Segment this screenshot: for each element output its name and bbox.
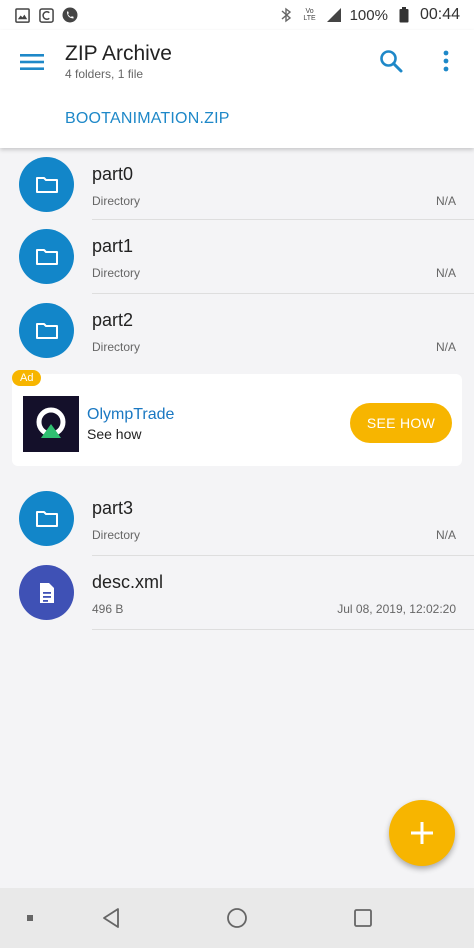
bluetooth-icon <box>278 7 294 23</box>
item-name: part2 <box>92 310 134 330</box>
page-title: ZIP Archive <box>65 42 172 65</box>
list-item[interactable]: part0 Directory N/A <box>0 148 474 220</box>
system-nav-bar <box>0 888 474 948</box>
plus-icon <box>411 822 433 844</box>
status-left-icons <box>14 7 78 23</box>
item-name: part0 <box>92 164 134 184</box>
gallery-icon <box>14 7 30 23</box>
ad-cta-button[interactable]: SEE HOW <box>350 403 452 443</box>
battery-percent: 100% <box>349 6 388 24</box>
cleaner-app-icon <box>38 7 54 23</box>
recents-icon[interactable] <box>351 906 375 930</box>
more-options-icon[interactable] <box>436 48 456 74</box>
item-name: desc.xml <box>92 572 164 592</box>
nav-dot-icon <box>18 906 42 930</box>
list-item[interactable]: part3 Directory N/A <box>0 482 474 556</box>
item-meta: Directory <box>92 528 141 542</box>
folder-icon <box>19 157 74 212</box>
olymptrade-logo <box>23 396 79 452</box>
folder-icon <box>19 229 74 284</box>
folder-icon <box>19 491 74 546</box>
home-icon[interactable] <box>225 906 249 930</box>
list-item[interactable]: part1 Directory N/A <box>0 220 474 294</box>
item-name: part1 <box>92 236 134 256</box>
ad-subtitle: See how <box>87 426 142 442</box>
item-name: part3 <box>92 498 134 518</box>
file-list: part0 Directory N/A part1 Directory N/A … <box>0 148 474 630</box>
add-fab-button[interactable] <box>389 800 455 866</box>
ad-badge: Ad <box>12 370 42 386</box>
item-meta: Directory <box>92 340 141 354</box>
phone-call-icon <box>62 7 78 23</box>
page-subtitle: 4 folders, 1 file <box>65 67 144 81</box>
list-item[interactable]: desc.xml 496 B Jul 08, 2019, 12:02:20 <box>0 556 474 630</box>
ad-title: OlympTrade <box>87 406 175 423</box>
folder-icon <box>19 303 74 358</box>
volte-icon: Vo LTE <box>303 8 316 22</box>
status-right-icons: Vo LTE 100% 00:44 <box>278 6 460 24</box>
divider <box>92 629 474 630</box>
breadcrumb[interactable]: BOOTANIMATION.ZIP <box>65 110 230 128</box>
item-size: N/A <box>435 340 456 354</box>
item-meta: Directory <box>92 194 141 208</box>
status-bar: Vo LTE 100% 00:44 <box>0 0 474 30</box>
search-icon[interactable] <box>378 48 404 74</box>
ad-card[interactable]: Ad OlympTrade See how SEE HOW <box>12 370 462 466</box>
signal-icon <box>326 7 342 23</box>
clock: 00:44 <box>419 6 460 23</box>
list-item[interactable]: part2 Directory N/A <box>0 294 474 368</box>
battery-icon <box>396 7 412 23</box>
back-icon[interactable] <box>99 906 123 930</box>
item-meta: 496 B <box>92 602 124 616</box>
item-size: N/A <box>435 266 456 280</box>
app-bar: ZIP Archive 4 folders, 1 file BOOTANIMAT… <box>0 30 474 148</box>
hamburger-menu-icon[interactable] <box>18 50 46 74</box>
document-icon <box>19 565 74 620</box>
item-size: N/A <box>435 194 456 208</box>
item-meta: Directory <box>92 266 141 280</box>
item-date: Jul 08, 2019, 12:02:20 <box>337 602 456 616</box>
item-size: N/A <box>435 528 456 542</box>
